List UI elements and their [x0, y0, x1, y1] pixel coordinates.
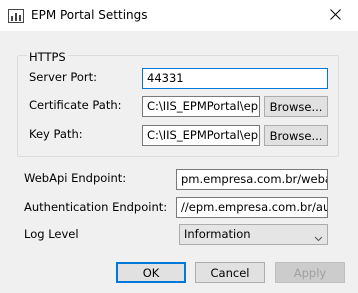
certificate-path-label: Certificate Path:	[29, 98, 122, 112]
authentication-endpoint-input[interactable]: //epm.empresa.com.br/auth	[176, 197, 328, 218]
cancel-button[interactable]: Cancel	[195, 262, 265, 283]
key-path-label: Key Path:	[29, 127, 83, 141]
title-bar: EPM Portal Settings	[0, 0, 358, 31]
chevron-down-icon	[314, 230, 323, 242]
server-port-input[interactable]: 44331	[142, 68, 328, 89]
ok-button[interactable]: OK	[116, 262, 186, 283]
key-browse-button[interactable]: Browse...	[264, 125, 328, 146]
webapi-endpoint-label: WebApi Endpoint:	[24, 171, 127, 185]
dialog-body: HTTPS Server Port: 44331 Certificate Pat…	[0, 31, 358, 293]
close-button[interactable]	[312, 0, 358, 31]
chart-app-icon	[8, 9, 24, 23]
server-port-label: Server Port:	[29, 70, 98, 84]
https-group-legend: HTTPS	[27, 50, 68, 64]
key-path-input[interactable]: C:\IIS_EPMPortal\epm	[142, 125, 260, 146]
certificate-browse-button[interactable]: Browse...	[264, 96, 328, 117]
apply-button: Apply	[275, 262, 345, 283]
authentication-endpoint-label: Authentication Endpoint:	[24, 200, 168, 214]
certificate-path-input[interactable]: C:\IIS_EPMPortal\epm	[142, 96, 260, 117]
close-icon	[329, 8, 341, 23]
log-level-value: Information	[184, 227, 251, 241]
log-level-label: Log Level	[24, 227, 79, 241]
window-title: EPM Portal Settings	[31, 8, 148, 22]
webapi-endpoint-input[interactable]: pm.empresa.com.br/webapi	[176, 169, 328, 190]
log-level-select[interactable]: Information	[179, 224, 328, 245]
